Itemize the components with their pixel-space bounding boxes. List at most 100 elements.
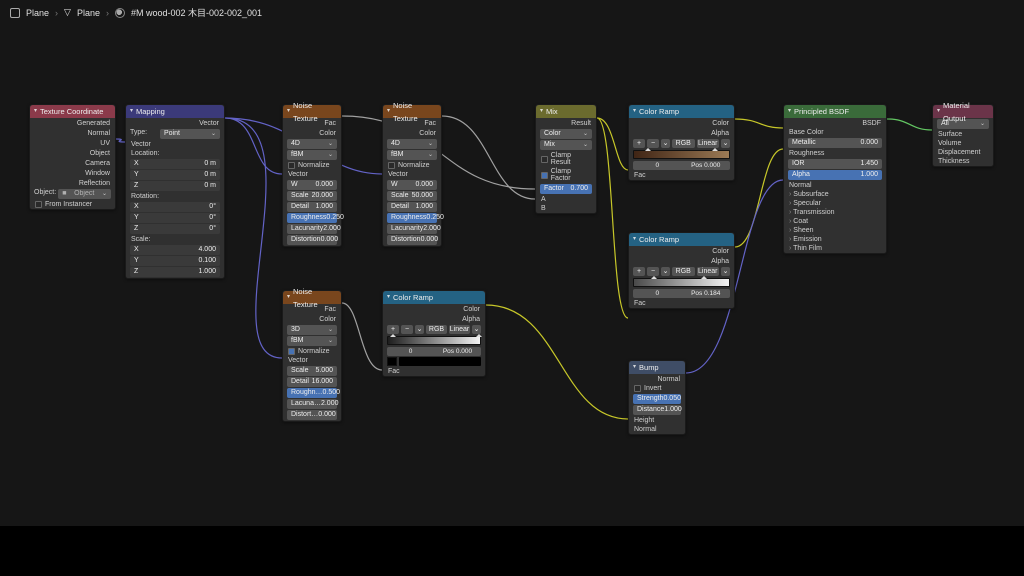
node-header[interactable]: Color Ramp — [629, 233, 734, 246]
invert-checkbox[interactable]: Invert — [629, 384, 685, 393]
ramp-menu2[interactable]: ⌄ — [721, 139, 730, 148]
noise-mode[interactable]: fBM — [287, 150, 337, 160]
socket-height[interactable]: Height — [629, 416, 685, 425]
ramp-gradient[interactable] — [633, 150, 730, 159]
node-color-ramp-1[interactable]: Color Ramp Color Alpha + − ⌄ RGB Linear … — [628, 104, 735, 181]
ramp-pos[interactable]: 0Pos 0.000 — [633, 161, 730, 170]
sca-y[interactable]: Y0.100 — [130, 256, 220, 266]
node-bump[interactable]: Bump Normal Invert Strength0.050 Distanc… — [628, 360, 686, 435]
socket-normal[interactable]: Normal — [784, 181, 886, 190]
bsdf-thinfilm[interactable]: Thin Film — [784, 244, 886, 253]
node-color-ramp-2[interactable]: Color Ramp Color Alpha +−⌄ RGB Linear ⌄ … — [628, 232, 735, 309]
bsdf-emission[interactable]: Emission — [784, 235, 886, 244]
mesh-icon — [10, 8, 20, 18]
from-instancer-checkbox[interactable]: From Instancer — [30, 200, 115, 209]
socket-displacement[interactable]: Displacement — [933, 148, 993, 157]
socket-fac[interactable]: Fac — [324, 119, 336, 127]
node-header[interactable]: Noise Texture — [283, 291, 341, 304]
socket-surface[interactable]: Surface — [933, 130, 993, 139]
node-principled-bsdf[interactable]: Principled BSDF BSDF Base Color Metallic… — [783, 104, 887, 254]
node-header[interactable]: Bump — [629, 361, 685, 374]
socket-vector[interactable]: Vector — [283, 170, 341, 179]
node-header[interactable]: Color Ramp — [383, 291, 485, 304]
socket-result[interactable]: Result — [571, 119, 591, 127]
socket-vector-out[interactable]: Vector — [199, 119, 219, 127]
mix-factor[interactable]: Factor0.700 — [540, 184, 592, 194]
socket-color[interactable]: Color — [319, 129, 336, 137]
rot-y[interactable]: Y0° — [130, 213, 220, 223]
socket-bsdf[interactable]: BSDF — [862, 119, 881, 127]
node-noise-texture-2[interactable]: Noise Texture Fac Color 4D fBM Normalize… — [382, 104, 442, 247]
breadcrumb: Plane › ▽ Plane › #M wood-002 木目-002-002… — [10, 6, 262, 19]
ramp-gradient[interactable] — [633, 278, 730, 287]
socket-generated[interactable]: Generated — [77, 119, 110, 127]
bsdf-metallic[interactable]: Metallic0.000 — [788, 138, 882, 148]
node-header[interactable]: Noise Texture — [283, 105, 341, 118]
socket-normal-out[interactable]: Normal — [657, 375, 680, 383]
node-header[interactable]: Noise Texture — [383, 105, 441, 118]
socket-reflection[interactable]: Reflection — [79, 179, 110, 187]
node-texture-coordinate[interactable]: Texture Coordinate Generated Normal UV O… — [29, 104, 116, 210]
socket-roughness[interactable]: Roughness — [784, 149, 886, 158]
socket-normal[interactable]: Normal — [87, 129, 110, 137]
node-header[interactable]: Material Output — [933, 105, 993, 118]
node-header[interactable]: Color Ramp — [629, 105, 734, 118]
ramp-color-full[interactable] — [399, 357, 481, 366]
node-noise-texture-3[interactable]: Noise Texture Fac Color 3D fBM Normalize… — [282, 290, 342, 422]
loc-x[interactable]: X0 m — [130, 159, 220, 169]
ramp-swatch[interactable] — [387, 357, 397, 366]
normalize-checkbox[interactable]: Normalize — [283, 161, 341, 170]
node-header[interactable]: Texture Coordinate — [30, 105, 115, 118]
node-color-ramp-3[interactable]: Color Ramp Color Alpha +−⌄ RGB Linear ⌄ … — [382, 290, 486, 377]
object-picker[interactable]: ■Object — [58, 189, 111, 199]
ramp-interp[interactable]: RGB — [672, 139, 695, 148]
ramp-menu[interactable]: ⌄ — [661, 139, 670, 148]
mapping-type[interactable]: Point — [160, 129, 220, 139]
ramp-sub[interactable]: − — [647, 139, 659, 148]
chevron-right-icon: › — [55, 8, 58, 18]
ramp-mode[interactable]: Linear — [697, 139, 720, 148]
noise-dim[interactable]: 4D — [287, 139, 337, 149]
socket-fac[interactable]: Fac — [629, 171, 734, 180]
bsdf-alpha[interactable]: Alpha1.000 — [788, 170, 882, 180]
node-noise-texture-1[interactable]: Noise Texture Fac Color 4D fBM Normalize… — [282, 104, 342, 247]
node-header[interactable]: Mix — [536, 105, 596, 118]
sca-x[interactable]: X4.000 — [130, 245, 220, 255]
node-mix[interactable]: Mix Result Color Mix Clamp Result Clamp … — [535, 104, 597, 214]
breadcrumb-object[interactable]: Plane — [26, 8, 49, 18]
loc-z[interactable]: Z0 m — [130, 181, 220, 191]
loc-y[interactable]: Y0 m — [130, 170, 220, 180]
socket-uv[interactable]: UV — [100, 139, 110, 147]
breadcrumb-material[interactable]: #M wood-002 木目-002-002_001 — [131, 6, 262, 19]
socket-window[interactable]: Window — [85, 169, 110, 177]
bsdf-coat[interactable]: Coat — [784, 217, 886, 226]
socket-normal-in[interactable]: Normal — [629, 425, 685, 434]
node-material-output[interactable]: Material Output All Surface Volume Displ… — [932, 104, 994, 167]
bump-strength[interactable]: Strength0.050 — [633, 394, 681, 404]
bsdf-specular[interactable]: Specular — [784, 199, 886, 208]
rot-z[interactable]: Z0° — [130, 224, 220, 234]
node-header[interactable]: Principled BSDF — [784, 105, 886, 118]
material-icon — [115, 8, 125, 18]
socket-camera[interactable]: Camera — [85, 159, 110, 167]
socket-b[interactable]: B — [536, 204, 596, 213]
bsdf-subsurface[interactable]: Subsurface — [784, 190, 886, 199]
breadcrumb-data[interactable]: Plane — [77, 8, 100, 18]
ramp-add[interactable]: + — [633, 139, 645, 148]
bsdf-ior[interactable]: IOR1.450 — [788, 159, 882, 169]
socket-a[interactable]: A — [536, 195, 596, 204]
footer-area — [0, 526, 1024, 576]
node-header[interactable]: Mapping — [126, 105, 224, 118]
socket-thickness[interactable]: Thickness — [933, 157, 993, 166]
socket-volume[interactable]: Volume — [933, 139, 993, 148]
bump-distance[interactable]: Distance1.000 — [633, 405, 681, 415]
socket-basecolor[interactable]: Base Color — [784, 128, 886, 137]
socket-object[interactable]: Object — [90, 149, 110, 157]
sca-z[interactable]: Z1.000 — [130, 267, 220, 277]
socket-vector-in[interactable]: Vector — [126, 140, 224, 149]
node-mapping[interactable]: Mapping Vector Type: Point Vector Locati… — [125, 104, 225, 279]
bsdf-transmission[interactable]: Transmission — [784, 208, 886, 217]
ramp-gradient[interactable] — [387, 336, 481, 345]
rot-x[interactable]: X0° — [130, 202, 220, 212]
bsdf-sheen[interactable]: Sheen — [784, 226, 886, 235]
